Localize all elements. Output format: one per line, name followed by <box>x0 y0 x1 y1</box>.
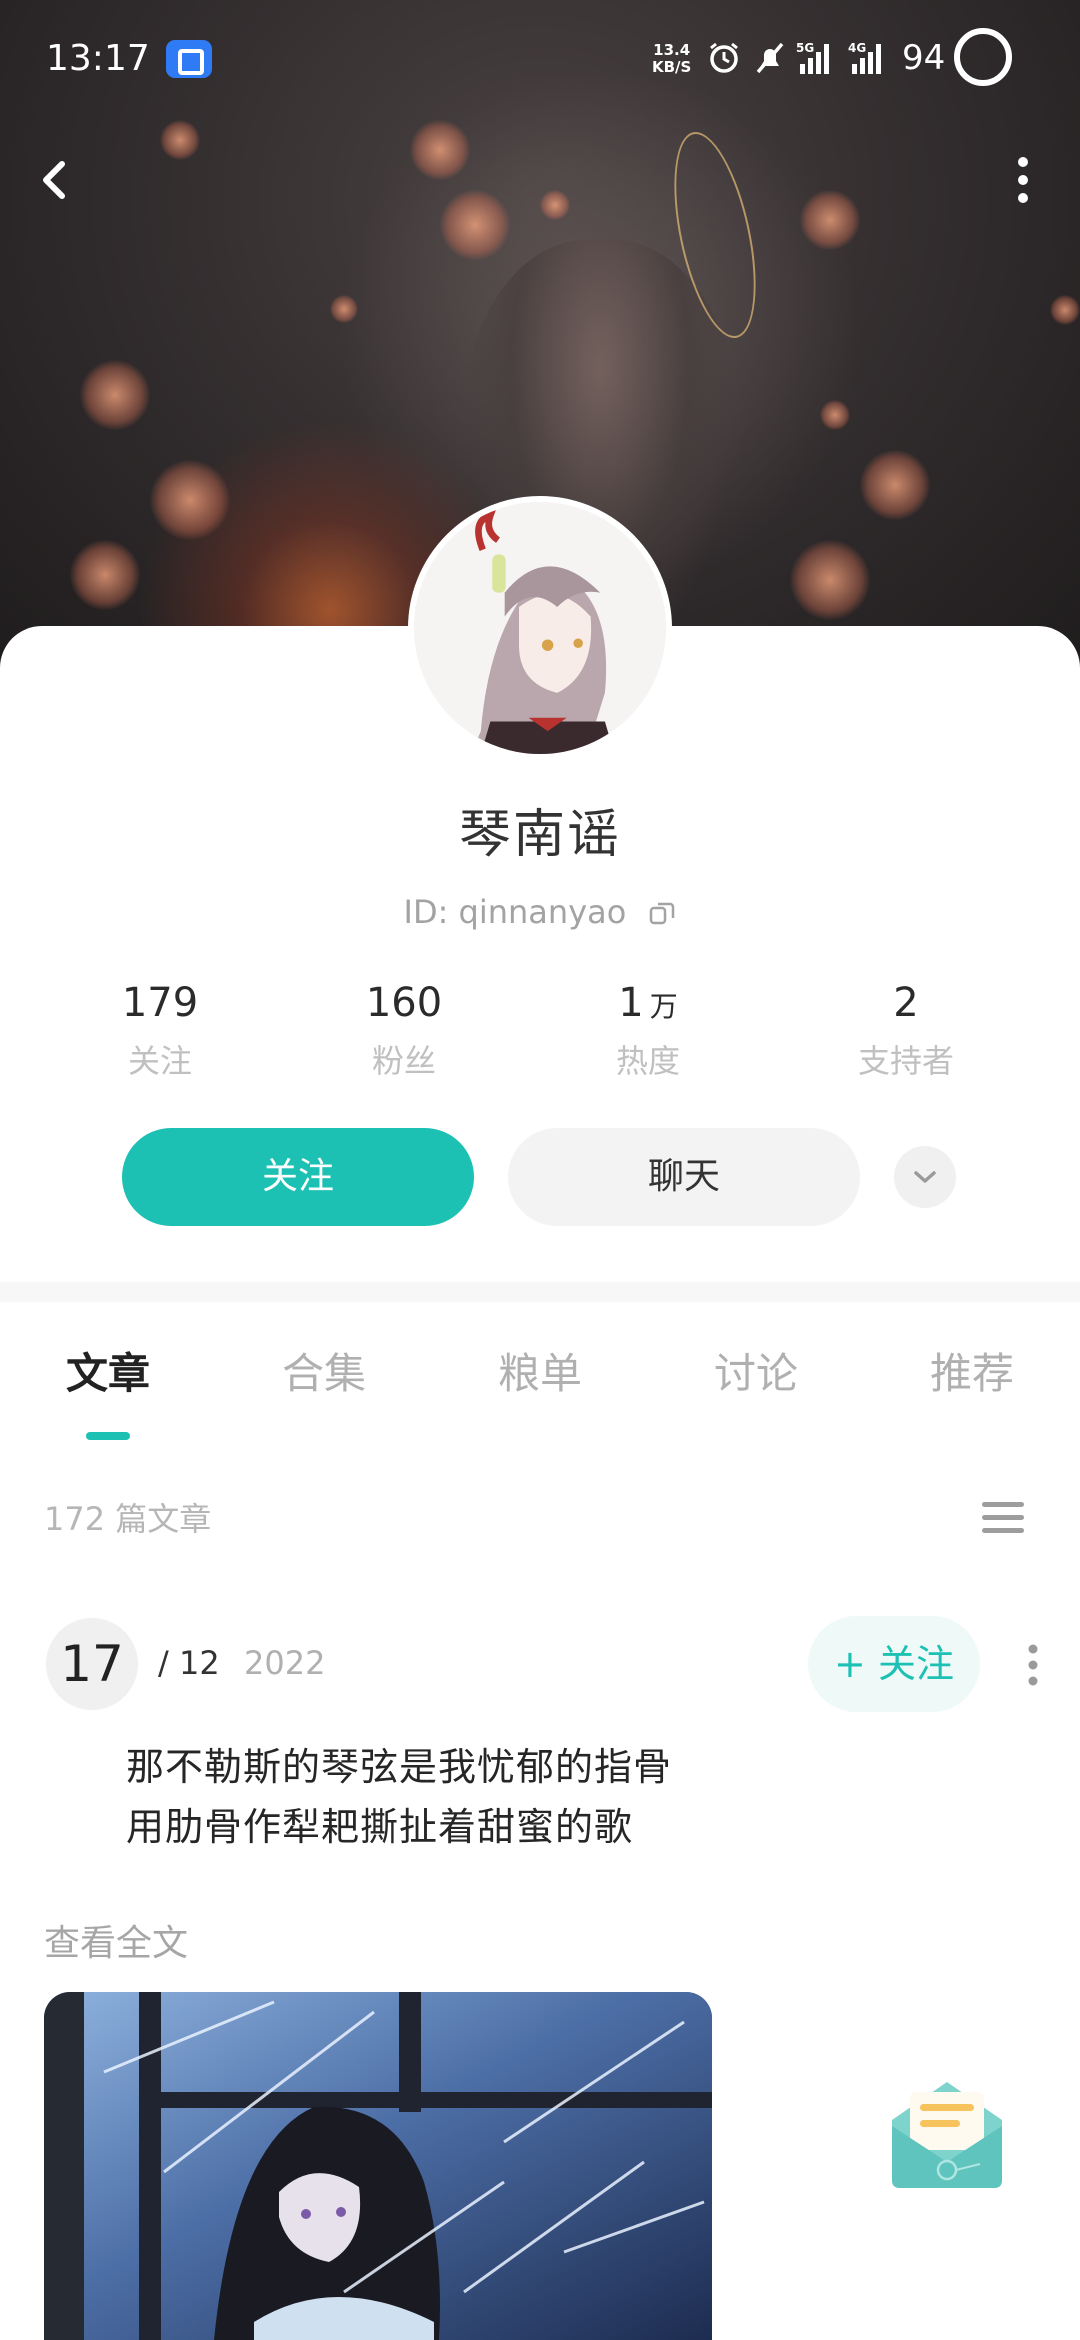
tab-discussions[interactable]: 讨论 <box>676 1340 836 1401</box>
battery-ring-icon <box>954 28 1012 86</box>
stat-value: 2 <box>893 980 919 1026</box>
section-divider <box>0 1282 1080 1302</box>
expand-button[interactable] <box>894 1146 956 1208</box>
bokeh-light <box>790 540 870 620</box>
bokeh-light <box>820 400 850 430</box>
stat-unit: 万 <box>649 990 678 1023</box>
stat-followers[interactable]: 160 粉丝 <box>304 980 504 1082</box>
stat-label: 粉丝 <box>371 1042 436 1080</box>
stat-value: 160 <box>365 980 443 1026</box>
stat-following[interactable]: 179 关注 <box>60 980 260 1082</box>
profile-id-row: ID: qinnanyao <box>0 893 1080 931</box>
bokeh-light <box>80 360 150 430</box>
stat-supporters[interactable]: 2 支持者 <box>806 980 1006 1082</box>
bokeh-light <box>160 120 200 160</box>
tab-collections[interactable]: 合集 <box>244 1340 404 1401</box>
post-day: 17 <box>46 1618 138 1710</box>
bokeh-light <box>330 295 358 323</box>
chat-button[interactable]: 聊天 <box>508 1128 860 1226</box>
bokeh-light <box>440 190 510 260</box>
signal-4g-label: 4G <box>848 41 866 55</box>
signal-5g-icon: 5G <box>796 41 829 74</box>
stat-value: 1万 <box>618 980 678 1026</box>
mail-envelope-icon[interactable] <box>884 2068 1010 2194</box>
copy-icon[interactable] <box>648 899 676 927</box>
bokeh-light <box>860 450 930 520</box>
back-arrow-icon[interactable] <box>30 150 80 210</box>
post-text-line: 那不勒斯的琴弦是我忧郁的指骨 <box>126 1745 673 1789</box>
post-more-icon[interactable] <box>1018 1640 1048 1690</box>
tab-recommendations[interactable]: 推荐 <box>892 1340 1052 1401</box>
signal-4g-icon: 4G <box>848 41 881 74</box>
mute-bell-icon <box>756 42 784 74</box>
network-speed: 13.4 KB/S <box>652 42 691 76</box>
bokeh-light <box>70 540 140 610</box>
network-speed-value: 13.4 <box>653 41 691 59</box>
follow-button[interactable]: 关注 <box>122 1128 474 1226</box>
network-speed-unit: KB/S <box>652 58 692 76</box>
bokeh-light <box>1050 295 1080 325</box>
tab-articles[interactable]: 文章 <box>28 1340 188 1401</box>
more-vertical-icon[interactable] <box>1005 150 1041 210</box>
stat-label: 关注 <box>127 1042 192 1080</box>
tab-lists[interactable]: 粮单 <box>460 1340 620 1401</box>
profile-id: ID: qinnanyao <box>403 893 627 931</box>
status-bar: 13:17 13.4 KB/S 5G 4G 94 <box>0 0 1080 120</box>
avatar[interactable] <box>408 496 672 760</box>
avatar-illustration <box>414 502 666 754</box>
profile-tabs: 文章 合集 粮单 讨论 推荐 <box>0 1340 1080 1440</box>
bokeh-light <box>800 190 860 250</box>
post-illustration <box>44 1992 712 2340</box>
signal-5g-label: 5G <box>796 41 814 55</box>
read-full-article-link[interactable]: 查看全文 <box>44 1914 188 1966</box>
bokeh-light <box>410 120 470 180</box>
bokeh-light <box>540 190 570 220</box>
post-follow-button[interactable]: + 关注 <box>808 1616 980 1712</box>
post-year: 2022 <box>244 1644 326 1682</box>
post-text-line: 用肋骨作犁耙撕扯着甜蜜的歌 <box>126 1805 634 1849</box>
profile-stats: 179 关注 160 粉丝 1万 热度 2 支持者 <box>0 980 1080 1090</box>
stat-heat[interactable]: 1万 热度 <box>548 980 748 1082</box>
stat-label: 热度 <box>615 1042 680 1080</box>
status-time: 13:17 <box>46 38 150 79</box>
article-count: 172 篇文章 <box>44 1500 212 1538</box>
stat-label: 支持者 <box>857 1042 954 1080</box>
bokeh-light <box>150 460 230 540</box>
profile-name: 琴南谣 <box>458 805 621 865</box>
post-month: / 12 <box>158 1644 220 1682</box>
active-tab-indicator <box>86 1432 130 1440</box>
stat-value: 179 <box>121 980 199 1026</box>
app-notification-icon <box>166 40 212 78</box>
list-view-icon[interactable] <box>980 1496 1026 1540</box>
battery-level: 94 <box>902 38 946 78</box>
alarm-icon <box>710 42 738 73</box>
chevron-down-icon <box>914 1171 936 1183</box>
post-image[interactable] <box>44 1992 712 2340</box>
